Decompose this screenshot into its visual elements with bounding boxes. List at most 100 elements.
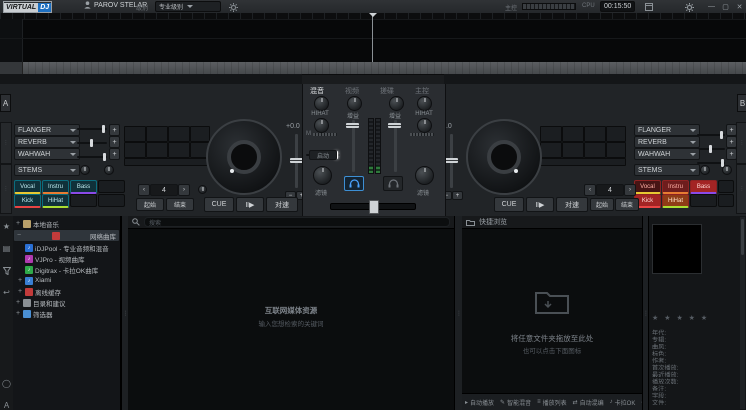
fx2-slider-handle[interactable] (709, 145, 712, 153)
zoom-circle-icon[interactable]: ◯ (1, 378, 12, 389)
deck-a-pad-strip[interactable] (124, 158, 210, 166)
automix-button[interactable]: ▸ 自动播放 (465, 398, 494, 407)
settings-button[interactable] (684, 2, 694, 12)
deck-a-stem-kick[interactable]: Kick (14, 194, 41, 208)
deck-b-stems-knob1[interactable] (700, 165, 710, 175)
tree-item-vjpro[interactable]: ♪ VJPro - 视频曲库 (13, 253, 120, 264)
deck-b-pad-strip[interactable] (540, 158, 626, 166)
deck-b-play-button[interactable]: Ⅱ▶ (526, 197, 554, 212)
deck-a-loop-knob[interactable] (198, 185, 207, 194)
deck-a-stems-select[interactable]: STEMS (14, 164, 80, 176)
deck-a-fx1-slider[interactable] (77, 128, 107, 130)
deck-b-fx3-add-button[interactable]: + (726, 148, 737, 160)
window-layout-icon[interactable] (644, 2, 654, 12)
tab-master[interactable]: 主控 (415, 86, 429, 96)
deck-a-loop-size[interactable]: 4 (150, 184, 178, 196)
deck-a-pad-1[interactable] (124, 126, 146, 142)
fx1-slider-handle[interactable] (720, 131, 723, 139)
waveform-display[interactable] (0, 13, 746, 62)
mixer-a-filter-knob[interactable] (313, 166, 332, 185)
deck-a-fx2-slider[interactable] (77, 142, 107, 144)
deck-b-loop-out-button[interactable]: 结束 (615, 198, 639, 211)
deck-a-cue-button[interactable]: CUE (204, 197, 234, 212)
deck-b-fx1-slider[interactable] (697, 134, 725, 136)
deck-a-fx3-select[interactable]: WAHWAH (14, 148, 80, 160)
rating-stars[interactable]: ★ ★ ★ ★ ★ (652, 314, 709, 322)
deck-b-stem-empty3[interactable] (718, 194, 734, 207)
deck-b-loop-double-button[interactable]: › (624, 184, 636, 196)
deck-b-loop-in-button[interactable]: 起始 (590, 198, 614, 211)
deck-a-fx-panel-handle[interactable]: ⋮ (0, 122, 12, 164)
file-list-body[interactable]: 互联网媒体资源 输入您想检索的关键词 (128, 229, 454, 410)
deck-a-loop-out-button[interactable]: 结束 (166, 198, 194, 211)
info-scrollbar[interactable] (740, 217, 745, 409)
deck-a-pad-2[interactable] (146, 126, 168, 142)
deck-b-fx-panel-handle[interactable]: ⋮ (736, 122, 746, 164)
deck-b-pitch-fader[interactable] (450, 134, 453, 188)
tree-item-xiami[interactable]: + ♪ Xiami (13, 275, 120, 286)
panels-icon[interactable]: ▤ (1, 243, 12, 254)
fx1-slider-handle[interactable] (102, 125, 105, 133)
deck-a-stem-instru[interactable]: Instru (42, 180, 69, 194)
expander-icon[interactable]: + (15, 310, 21, 317)
deck-b-pad-5[interactable] (540, 142, 562, 158)
deck-b-stems-knob2[interactable] (722, 165, 732, 175)
deck-a-stems-knob2[interactable] (104, 165, 114, 175)
tree-item-online-catalogs[interactable]: − 网络曲库 (13, 229, 120, 242)
deck-b-jog-wheel[interactable] (466, 119, 542, 195)
deck-b-sync-button[interactable]: 对速 (556, 197, 588, 212)
deck-b-stem-hihat[interactable]: HiHat (662, 194, 689, 208)
volume-fader-handle[interactable] (388, 123, 401, 128)
deck-b-fx1-select[interactable]: FLANGER (634, 124, 700, 136)
deck-a-pad-3[interactable] (168, 126, 190, 142)
tree-item-offline-cache[interactable]: + 离线缓存 (13, 286, 120, 297)
deck-b-pad-1[interactable] (540, 126, 562, 142)
mixer-a-gain-knob[interactable] (347, 96, 362, 111)
deck-a-loop-double-button[interactable]: › (178, 184, 190, 196)
deck-b-pitch-plus-button[interactable]: + (452, 191, 463, 200)
deck-b-stem-instru[interactable]: Instru (662, 180, 689, 194)
expander-icon[interactable]: + (17, 277, 23, 284)
deck-b-fx3-slider[interactable] (697, 162, 725, 164)
deck-b-fx2-add-button[interactable]: + (726, 136, 737, 148)
favorites-icon[interactable]: ★ (1, 221, 12, 232)
deck-b-fx2-select[interactable]: REVERB (634, 136, 700, 148)
deck-a-pad-7[interactable] (168, 142, 190, 158)
deck-b-pad-3[interactable] (584, 126, 606, 142)
deck-b-fx1-add-button[interactable]: + (726, 124, 737, 136)
filter-funnel-icon[interactable] (1, 265, 12, 276)
deck-b-pad-6[interactable] (562, 142, 584, 158)
mixer-b-volume-fader[interactable] (394, 120, 397, 172)
tab-video[interactable]: 视频 (345, 86, 359, 96)
tree-item-idjpool[interactable]: ♪ iDJPool - 专业音频和混音 (13, 242, 120, 253)
deck-b-pad-4[interactable] (606, 126, 626, 142)
deck-b-stem-empty2[interactable] (690, 194, 717, 207)
tree-item-local-music[interactable]: + 本地音乐 (13, 218, 120, 229)
deck-a-stems-knob1[interactable] (80, 165, 90, 175)
mixer-b-filter-knob[interactable] (415, 166, 434, 185)
deck-a-loop-half-button[interactable]: ‹ (138, 184, 150, 196)
deck-b-stems-select[interactable]: STEMS (634, 164, 700, 176)
mixer-b-gain-knob[interactable] (389, 96, 404, 111)
deck-b-cue-button[interactable]: CUE (494, 197, 524, 212)
fx2-slider-handle[interactable] (90, 139, 93, 147)
tree-item-digitrax[interactable]: ♪ Digitrax - 卡拉OK曲库 (13, 264, 120, 275)
minimize-button[interactable]: — (706, 1, 717, 12)
automix-edit-button[interactable]: ⇄ 自动混编 (573, 398, 604, 407)
deck-a-fx2-select[interactable]: REVERB (14, 136, 80, 148)
mixer-a-stem-knob-bottom[interactable] (314, 118, 329, 133)
deck-a-loop-in-button[interactable]: 起始 (136, 198, 164, 211)
mixer-a-stem-knob-top[interactable] (314, 96, 329, 111)
album-art[interactable] (652, 224, 702, 274)
deck-a-play-button[interactable]: Ⅱ▶ (236, 197, 264, 212)
close-button[interactable]: ✕ (734, 1, 745, 12)
deck-b-stems-panel-handle[interactable]: ⋮ (736, 164, 746, 214)
deck-b-stem-bass[interactable]: Bass (690, 180, 717, 194)
mixer-a-aux-label[interactable]: 启动 (309, 150, 337, 160)
deck-a-fx1-select[interactable]: FLANGER (14, 124, 80, 136)
deck-b-stem-empty1[interactable] (718, 180, 734, 193)
deck-a-stem-empty2[interactable] (70, 194, 97, 207)
playlist-button[interactable]: ≡ 播放列表 (537, 398, 567, 407)
smartmix-button[interactable]: ✎ 智能混音 (500, 398, 531, 407)
volume-fader-handle[interactable] (346, 123, 359, 128)
